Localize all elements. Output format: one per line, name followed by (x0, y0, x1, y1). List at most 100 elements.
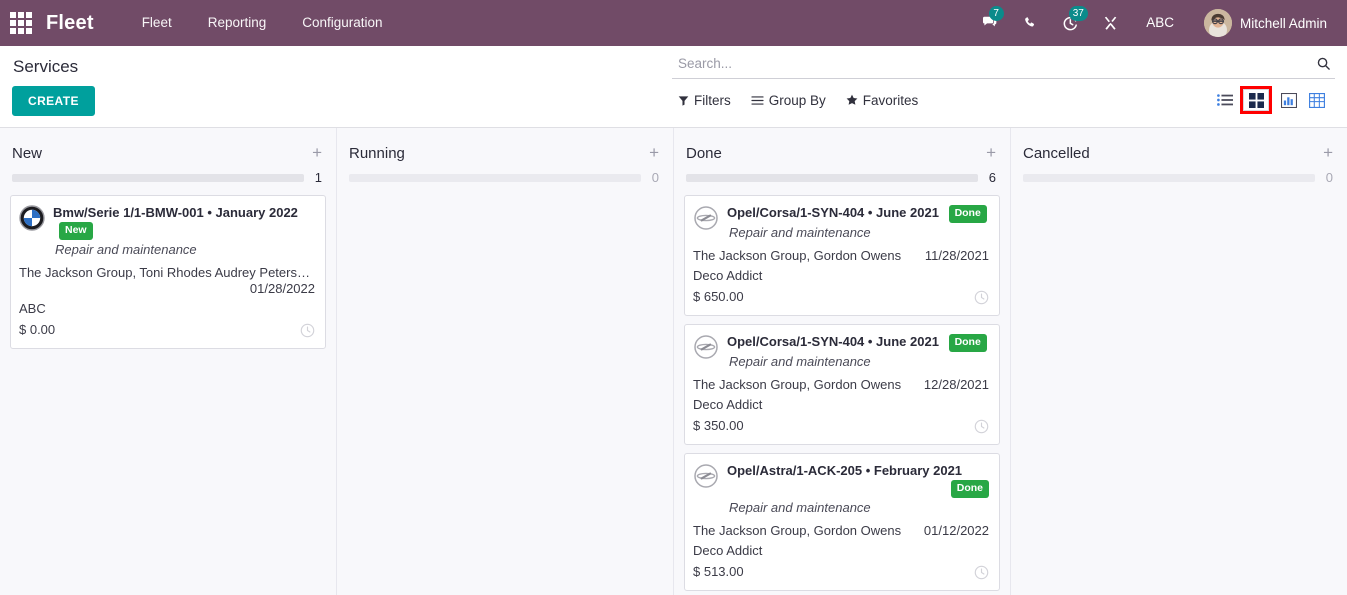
star-icon (846, 94, 858, 106)
opel-logo (693, 334, 719, 360)
column-progressbar-row: 0 (1021, 164, 1337, 185)
favorites-dropdown[interactable]: Favorites (846, 92, 919, 108)
pivot-view-icon[interactable] (1303, 88, 1331, 112)
column-title: Cancelled (1023, 145, 1090, 162)
column-header: Running + (347, 128, 663, 164)
opel-logo (693, 463, 719, 489)
card-title: Opel/Astra/1-ACK-205 • February 2021 (727, 463, 963, 478)
clock-icon[interactable] (974, 419, 989, 434)
breadcrumb: Services (13, 57, 79, 76)
clock-icon[interactable] (974, 290, 989, 305)
column-count: 1 (314, 170, 322, 185)
card-service-type: Repair and maintenance (729, 354, 871, 369)
kanban-card[interactable]: Opel/Corsa/1-SYN-404 • June 2021 Done Re… (684, 195, 1000, 316)
control-panel: Services CREATE Search... Filters Group … (0, 46, 1347, 128)
status-badge: Done (950, 480, 989, 498)
card-vendor: Deco Addict (693, 268, 763, 283)
favorites-label: Favorites (862, 92, 919, 108)
card-title: Bmw/Serie 1/1-BMW-001 • January 2022 (53, 205, 298, 220)
column-count: 0 (1325, 170, 1333, 185)
card-vendor: ABC (19, 301, 46, 316)
card-person: The Jackson Group, Gordon Owens (693, 377, 902, 392)
column-progressbar[interactable] (1023, 173, 1315, 182)
systray: 7 37 ABC Mitchell Admin (970, 0, 1337, 46)
graph-view-icon[interactable] (1275, 88, 1303, 112)
card-vendor: Deco Addict (693, 397, 763, 412)
card-person: The Jackson Group, Gordon Owens (693, 523, 902, 538)
main-menu: Fleet Reporting Configuration (124, 0, 401, 46)
clock-icon[interactable] (300, 323, 315, 338)
column-cards (347, 185, 663, 195)
column-cards: Bmw/Serie 1/1-BMW-001 • January 2022 New… (10, 185, 326, 349)
phone-icon[interactable] (1011, 0, 1050, 46)
column-title: Running (349, 145, 405, 162)
column-progressbar[interactable] (12, 173, 304, 182)
plus-icon[interactable]: + (649, 144, 659, 161)
column-progressbar-row: 1 (10, 164, 326, 185)
app-brand-fleet[interactable]: Fleet (46, 12, 94, 35)
column-progressbar[interactable] (686, 173, 978, 182)
column-cards: Opel/Corsa/1-SYN-404 • June 2021 Done Re… (684, 185, 1000, 595)
column-title: New (12, 145, 43, 162)
plus-icon[interactable]: + (312, 144, 322, 161)
groupby-dropdown[interactable]: Group By (751, 93, 826, 108)
column-progressbar-row: 0 (347, 164, 663, 185)
status-badge: Done (948, 334, 987, 352)
status-badge: Done (948, 205, 987, 223)
status-badge: New (59, 222, 93, 240)
column-header: Cancelled + (1021, 128, 1337, 164)
kanban-card[interactable]: Opel/Astra/1-ACK-205 • February 2021 Don… (684, 453, 1000, 591)
clock-icon[interactable] (974, 565, 989, 580)
kanban-column-new: New + 1 Bmw/Serie 1/1-BMW-001 • January … (0, 128, 337, 595)
messages-badge: 7 (988, 6, 1004, 21)
company-switcher-abc[interactable]: ABC (1130, 0, 1190, 46)
kanban-view: New + 1 Bmw/Serie 1/1-BMW-001 • January … (0, 128, 1347, 595)
tools-icon[interactable] (1091, 0, 1130, 46)
filter-icon (678, 95, 689, 106)
card-amount: $ 650.00 (693, 289, 744, 304)
menu-item-reporting[interactable]: Reporting (190, 0, 285, 46)
search-icon[interactable] (1314, 56, 1333, 71)
card-amount: $ 0.00 (19, 322, 56, 337)
search-view (672, 52, 1335, 79)
messages-icon[interactable]: 7 (970, 0, 1011, 46)
view-switcher (1211, 86, 1335, 114)
search-input[interactable] (678, 54, 1314, 73)
kanban-column-running: Running + 0 (337, 128, 674, 595)
card-title: Opel/Corsa/1-SYN-404 • June 2021 (727, 205, 939, 220)
kanban-card[interactable]: Opel/Corsa/1-SYN-404 • June 2021 Done Re… (684, 324, 1000, 445)
card-date: 11/28/2021 (924, 248, 989, 263)
user-menu[interactable]: Mitchell Admin (1190, 0, 1337, 46)
kanban-column-cancelled: Cancelled + 0 (1011, 128, 1347, 595)
column-count: 6 (988, 170, 996, 185)
filters-dropdown[interactable]: Filters (678, 93, 731, 108)
kanban-view-icon[interactable] (1240, 86, 1272, 114)
card-title: Opel/Corsa/1-SYN-404 • June 2021 (727, 334, 939, 349)
menu-item-fleet[interactable]: Fleet (124, 0, 190, 46)
plus-icon[interactable]: + (986, 144, 996, 161)
groupby-label: Group By (768, 92, 826, 108)
list-lines-icon (751, 95, 764, 106)
activities-badge: 37 (1068, 6, 1088, 21)
column-progressbar[interactable] (349, 173, 641, 182)
menu-item-configuration[interactable]: Configuration (284, 0, 400, 46)
card-person: The Jackson Group, Gordon Owens (693, 248, 902, 263)
kanban-card[interactable]: Bmw/Serie 1/1-BMW-001 • January 2022 New… (10, 195, 326, 349)
username-label: Mitchell Admin (1239, 15, 1327, 31)
column-header: New + (10, 128, 326, 164)
card-service-type: Repair and maintenance (729, 500, 871, 515)
kanban-column-done: Done + 6 Opel/Corsa/1-SYN-404 • June 202… (674, 128, 1011, 595)
plus-icon[interactable]: + (1323, 144, 1333, 161)
list-view-icon[interactable] (1211, 88, 1239, 112)
column-title: Done (686, 145, 722, 162)
column-header: Done + (684, 128, 1000, 164)
column-progressbar-row: 6 (684, 164, 1000, 185)
apps-grid-icon[interactable] (8, 10, 34, 36)
card-amount: $ 513.00 (693, 564, 744, 579)
card-vendor: Deco Addict (693, 543, 763, 558)
bmw-logo (19, 205, 45, 231)
activities-clock-icon[interactable]: 37 (1050, 0, 1091, 46)
filters-label: Filters (694, 92, 731, 108)
card-date: 12/28/2021 (923, 377, 989, 392)
create-button[interactable]: CREATE (12, 86, 95, 116)
